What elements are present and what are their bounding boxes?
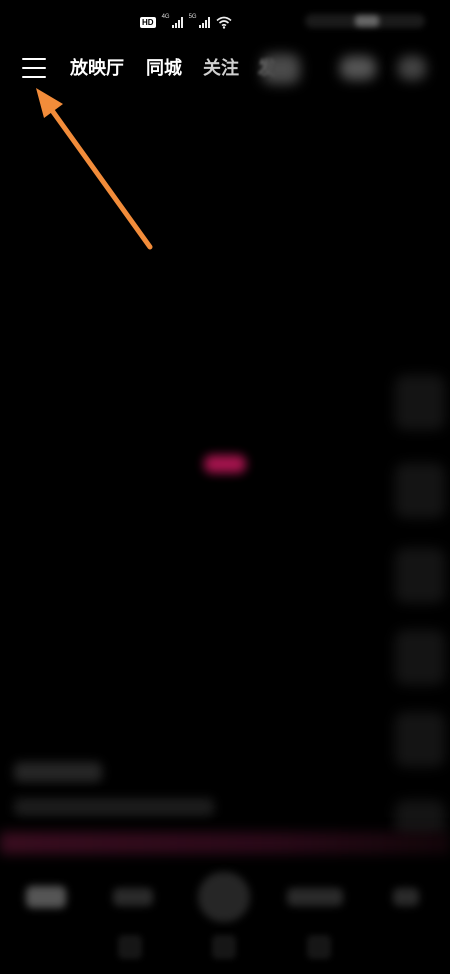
live-icon[interactable] <box>340 56 376 80</box>
create-button[interactable] <box>198 872 250 922</box>
annotation-arrow <box>36 88 153 250</box>
network-label-4g: 4G <box>161 14 170 20</box>
signal-icon <box>171 16 183 28</box>
battery-icon <box>355 15 379 27</box>
signal-icon-2 <box>198 16 210 28</box>
side-action-3[interactable] <box>395 548 445 603</box>
menu-icon[interactable] <box>22 58 46 78</box>
bottom-tab-me[interactable] <box>393 888 419 906</box>
wifi-icon <box>216 16 232 29</box>
system-recent-button[interactable] <box>307 935 331 959</box>
status-bar: HD 4G 5G <box>0 0 450 40</box>
bottom-tab-messages[interactable] <box>287 888 343 906</box>
tab-cinema[interactable]: 放映厅 <box>70 58 124 78</box>
hd-badge: HD <box>140 16 156 28</box>
tab-city[interactable]: 同城 <box>146 58 182 78</box>
live-badge-blurred <box>204 455 246 473</box>
bottom-tab-friends[interactable] <box>113 888 153 906</box>
side-action-1[interactable] <box>395 375 445 430</box>
system-back-button[interactable] <box>118 935 142 959</box>
side-action-5[interactable] <box>395 712 445 767</box>
side-action-4[interactable] <box>395 630 445 685</box>
search-icon[interactable] <box>398 56 426 80</box>
bottom-tab-home[interactable] <box>26 886 66 908</box>
system-home-button[interactable] <box>212 935 236 959</box>
tab-overflow-blurred <box>262 54 300 84</box>
status-right-blurred <box>305 14 425 28</box>
status-icons: HD 4G 5G <box>140 14 232 30</box>
network-label-5g: 5G <box>188 14 197 20</box>
caption-blurred <box>14 798 214 816</box>
author-name-blurred <box>14 762 102 782</box>
side-action-2[interactable] <box>395 463 445 518</box>
top-nav: 放映厅 同城 关注 发 <box>0 48 450 88</box>
tab-follow[interactable]: 关注 <box>203 58 239 78</box>
music-bar-blurred <box>0 832 450 854</box>
